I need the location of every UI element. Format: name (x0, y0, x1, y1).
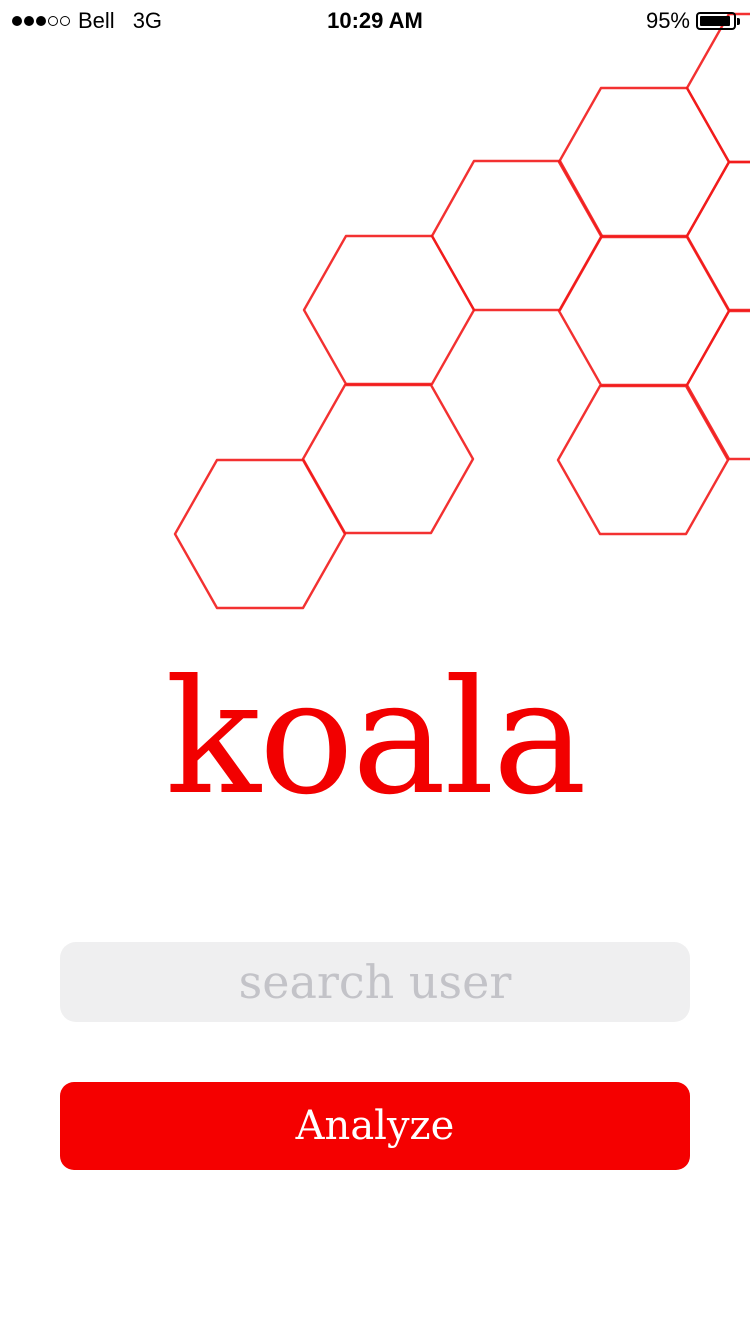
hexagon-shape (557, 235, 731, 387)
hexagon-shape (430, 159, 604, 312)
search-user-input[interactable] (60, 942, 690, 1022)
battery-icon (696, 12, 740, 30)
hexagon-shape (557, 86, 731, 238)
hexagon-shape (302, 234, 476, 386)
app-screen: Bell 3G 10:29 AM 95% koala Analyze (0, 0, 750, 1334)
analyze-button[interactable]: Analyze (60, 1082, 690, 1170)
hexagon-shape (173, 458, 347, 610)
app-logo: koala (165, 646, 587, 830)
status-time: 10:29 AM (327, 8, 423, 33)
hexagon-shape (301, 383, 475, 535)
hexagon-shape (556, 384, 730, 536)
hexagon-shape (685, 309, 750, 461)
status-bar: Bell 3G 10:29 AM 95% (0, 0, 750, 40)
battery-fill (700, 16, 731, 26)
hexagon-pattern-icon (173, 12, 750, 610)
battery-percent: 95% (645, 8, 690, 33)
battery-tip (737, 18, 740, 25)
hexagon-shape (685, 160, 750, 312)
status-right: 95% (645, 8, 740, 34)
